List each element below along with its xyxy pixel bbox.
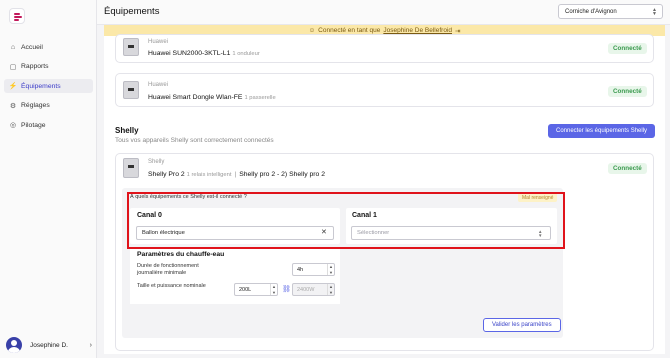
banner-text: Connecté en tant que xyxy=(318,27,381,34)
water-heater-params: Paramètres du chauffe-eau Durée de fonct… xyxy=(130,248,340,304)
sidebar-item-pilotage[interactable]: ◎ Pilotage xyxy=(4,118,93,132)
sidebar-item-reglages[interactable]: ⚙ Réglages xyxy=(4,99,93,113)
sidebar-item-label: Réglages xyxy=(21,102,50,109)
device-card: Huawei Huawei Smart Dongle Wlan-FE 1 pass… xyxy=(115,73,654,107)
device-name-text: Shelly Pro 2 xyxy=(148,171,185,178)
device-name-text: Huawei SUN2000-3KTL-L1 xyxy=(148,50,231,57)
user-menu[interactable]: Josephine D. › xyxy=(6,337,92,353)
device-image xyxy=(123,81,139,99)
sidebar-item-equipements[interactable]: ⚡ Équipements xyxy=(4,79,93,93)
device-name-text: Huawei Smart Dongle Wlan-FE xyxy=(148,94,243,101)
device-sub: 1 onduleur xyxy=(232,51,260,57)
duration-label: Durée de fonctionnement journalière mini… xyxy=(137,263,199,276)
device-name: Shelly Pro 21 relais intelligent | Shelly … xyxy=(148,171,325,178)
sidebar-item-label: Équipements xyxy=(21,82,61,90)
link-icon[interactable]: ⛓ xyxy=(282,285,291,293)
params-title: Paramètres du chauffe-eau xyxy=(137,251,225,258)
size-value: 200L xyxy=(239,287,252,293)
banner-user-link[interactable]: Josephine De Bellefroid xyxy=(383,27,452,34)
device-sub: 1 passerelle xyxy=(244,95,276,101)
size-label: Taille et puissance nominale xyxy=(137,283,206,289)
stepper-arrows-icon[interactable]: ▲ ▼ xyxy=(327,264,334,275)
device-name: Huawei Smart Dongle Wlan-FE 1 passerelle xyxy=(148,94,276,101)
status-badge: Connecté xyxy=(608,86,647,97)
gear-icon: ⚙ xyxy=(9,102,17,110)
report-icon: ▢ xyxy=(9,63,17,71)
sidebar-item-label: Rapports xyxy=(21,63,49,70)
size-stepper[interactable]: 200L ▲ ▼ xyxy=(234,283,278,296)
highlight-box xyxy=(127,192,565,249)
sidebar-item-accueil[interactable]: ⌂ Accueil xyxy=(4,40,93,54)
shelly-device-card: Shelly Shelly Pro 21 relais intelligent |… xyxy=(115,153,654,351)
app-logo[interactable] xyxy=(9,8,25,24)
home-icon: ⌂ xyxy=(10,43,16,51)
duration-stepper[interactable]: 4h ▲ ▼ xyxy=(292,263,335,276)
main-content: Huawei Huawei SUN2000-3KTL-L1 1 onduleur … xyxy=(104,34,665,354)
sidebar-item-label: Pilotage xyxy=(21,121,46,129)
device-brand: Shelly xyxy=(148,159,165,165)
device-brand: Huawei xyxy=(148,82,169,88)
user-name: Josephine D. xyxy=(30,341,68,349)
chevron-right-icon: › xyxy=(89,341,92,349)
page-title: Équipements xyxy=(104,6,160,17)
empty-param-area xyxy=(346,248,557,304)
device-name: Huawei SUN2000-3KTL-L1 1 onduleur xyxy=(148,50,260,57)
sidebar-nav: ⌂ Accueil ▢ Rapports ⚡ Équipements ⚙ Rég… xyxy=(4,40,93,138)
connect-shelly-button[interactable]: Connecter les équipements Shelly xyxy=(548,124,656,138)
select-chevron-icon: ▲ ▼ xyxy=(652,7,657,17)
plug-icon: ⚡ xyxy=(8,83,18,90)
user-icon: ☺ xyxy=(308,27,316,34)
status-badge: Connecté xyxy=(608,43,647,54)
separator: | xyxy=(234,171,237,178)
validate-params-button[interactable]: Valider les paramètres xyxy=(483,318,561,332)
device-image xyxy=(123,158,139,178)
device-alias: Shelly pro 2 - 2) Shelly pro 2 xyxy=(239,171,325,178)
section-subtitle: Tous vos appareils Shelly sont correctem… xyxy=(115,137,274,144)
duration-value: 4h xyxy=(297,267,304,273)
sidebar: ⌂ Accueil ▢ Rapports ⚡ Équipements ⚙ Rég… xyxy=(0,0,97,358)
stepper-arrows-icon: ▲ ▼ xyxy=(327,284,334,295)
device-sub: 1 relais intelligent xyxy=(186,172,232,178)
device-image xyxy=(123,38,139,56)
device-brand: Huawei xyxy=(148,39,169,45)
device-card: Huawei Huawei SUN2000-3KTL-L1 1 onduleur … xyxy=(115,34,654,63)
site-select[interactable]: Corniche d'Avignon ▲ ▼ xyxy=(558,4,663,19)
section-title: Shelly xyxy=(115,126,139,135)
site-select-value: Corniche d'Avignon xyxy=(565,9,617,15)
stepper-arrows-icon[interactable]: ▲ ▼ xyxy=(270,284,277,295)
power-value: 2400W xyxy=(297,287,315,293)
power-stepper: 2400W ▲ ▼ xyxy=(292,283,335,296)
target-icon: ◎ xyxy=(9,122,17,129)
sidebar-item-label: Accueil xyxy=(21,43,43,51)
avatar xyxy=(6,337,22,353)
sidebar-item-rapports[interactable]: ▢ Rapports xyxy=(4,60,93,74)
status-badge: Connecté xyxy=(608,163,647,174)
top-header: Équipements Corniche d'Avignon ▲ ▼ xyxy=(97,0,670,25)
